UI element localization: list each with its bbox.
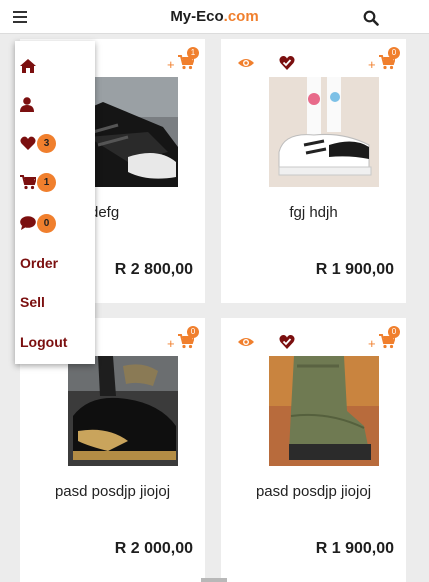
cart-count-badge: 1 [187, 47, 199, 59]
product-price: R 2 800,00 [114, 261, 193, 278]
menu-item-order[interactable]: Order [20, 251, 80, 275]
scroll-indicator [201, 578, 227, 582]
product-card[interactable]: + 0 fgj hdjh R 1 900,00 [221, 39, 406, 303]
cart-icon [20, 175, 36, 190]
cart-count-badge: 0 [388, 47, 400, 59]
plus-sign: + [368, 336, 376, 351]
menu-item-messages[interactable]: 0 [20, 212, 60, 236]
wishlist-count-badge: 3 [37, 134, 56, 153]
product-price: R 1 900,00 [315, 540, 394, 557]
top-bar: My-Eco.com [0, 0, 429, 34]
cart-count-badge: 1 [37, 173, 56, 192]
product-name[interactable]: fgj hdjh [221, 204, 406, 221]
product-image[interactable] [269, 356, 379, 466]
brand-main: My-Eco [170, 8, 224, 25]
heart-check-icon[interactable] [279, 334, 295, 350]
product-name[interactable]: defg [90, 204, 205, 221]
product-card[interactable]: + 0 pasd posdjp jiojoj R 1 900,00 [221, 318, 406, 582]
product-image[interactable] [68, 356, 178, 466]
menu-item-cart[interactable]: 1 [20, 171, 60, 195]
add-to-cart-button[interactable]: + 0 [368, 326, 400, 352]
eye-icon[interactable] [237, 57, 255, 69]
plus-sign: + [368, 57, 376, 72]
product-name[interactable]: pasd posdjp jiojoj [221, 483, 406, 500]
brand-suffix: .com [223, 8, 259, 25]
menu-item-logout-label: Logout [20, 334, 68, 350]
plus-sign: + [167, 336, 175, 351]
product-name[interactable]: pasd posdjp jiojoj [20, 483, 205, 500]
menu-item-logout[interactable]: Logout [20, 330, 85, 354]
menu-item-order-label: Order [20, 255, 59, 271]
product-price: R 1 900,00 [315, 261, 394, 278]
menu-item-wishlist[interactable]: 3 [20, 132, 60, 156]
product-price: R 2 000,00 [114, 540, 193, 557]
add-to-cart-button[interactable]: + 0 [167, 326, 199, 352]
cart-count-badge: 0 [187, 326, 199, 338]
home-icon [20, 59, 36, 73]
menu-item-sell[interactable]: Sell [20, 290, 80, 314]
search-icon[interactable] [363, 10, 379, 26]
product-image[interactable] [269, 77, 379, 187]
add-to-cart-button[interactable]: + 1 [167, 47, 199, 73]
messages-count-badge: 0 [37, 214, 56, 233]
menu-item-profile[interactable] [20, 93, 42, 117]
user-icon [20, 97, 34, 112]
menu-item-home[interactable] [20, 55, 42, 79]
cart-count-badge: 0 [388, 326, 400, 338]
heart-check-icon[interactable] [279, 55, 295, 71]
heart-icon [20, 136, 36, 150]
eye-icon[interactable] [237, 336, 255, 348]
chat-icon [20, 216, 36, 230]
nav-dropdown-menu: 3 1 0 Order Sell Logout [15, 41, 95, 364]
plus-sign: + [167, 57, 175, 72]
add-to-cart-button[interactable]: + 0 [368, 47, 400, 73]
menu-item-sell-label: Sell [20, 294, 45, 310]
